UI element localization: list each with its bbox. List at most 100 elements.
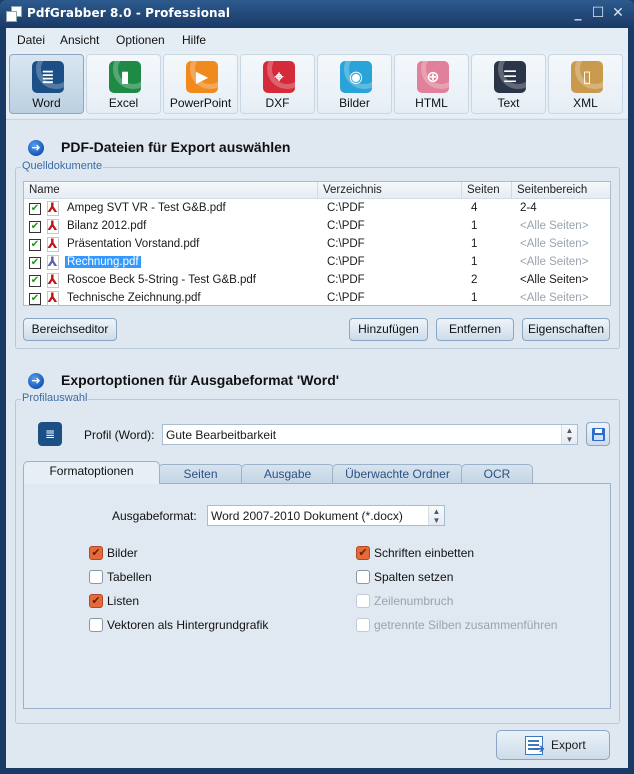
word-icon: ≣ [32,61,64,93]
list-row[interactable]: ✔ ⅄ Technische Zeichnung.pdf C:\PDF 1 <Alle S… [24,290,610,308]
pdf-file-icon: ⅄ [47,201,59,216]
column-separator[interactable] [317,182,318,199]
list-row[interactable]: ✔ ⅄ Präsentation Vorstand.pdf C:\PDF 1 <Alle … [24,236,610,254]
file-pages: 1 [471,238,478,250]
row-checkbox[interactable]: ✔ [29,239,41,251]
format-button-text[interactable]: ☰ Text [471,54,546,114]
checkbox[interactable] [89,570,103,584]
row-checkbox[interactable]: ✔ [29,221,41,233]
column-header-page-range[interactable]: Seitenbereich [517,184,587,196]
list-row[interactable]: ✔ ⅄ Rechnung.pdf C:\PDF 1 <Alle Seiten> [24,254,610,272]
profile-select[interactable]: Gute Bearbeitbarkeit ▲ ▼ [162,424,578,445]
file-pages: 1 [471,220,478,232]
menu-hilfe[interactable]: Hilfe [182,33,206,47]
tab-label: Überwachte Ordner [345,467,450,481]
format-label: DXF [265,96,290,110]
pdf-file-icon: ⅄ [47,291,59,306]
column-header-name[interactable]: Name [29,184,60,196]
output-format-label: Ausgabeformat: [112,509,197,523]
list-row[interactable]: ✔ ⅄ Roscoe Beck 5-String - Test G&B.pdf C:\… [24,272,610,290]
format-button-bilder[interactable]: ◉ Bilder [317,54,392,114]
icon-glyph: ≣ [41,67,55,86]
option-label: Schriften einbetten [374,546,475,560]
checkbox[interactable] [356,570,370,584]
checkbox[interactable]: ✔ [89,594,103,608]
format-label: Word [32,96,61,110]
add-button[interactable]: Hinzufügen [349,318,428,341]
remove-button[interactable]: Entfernen [436,318,514,341]
menu-datei[interactable]: Datei [17,33,45,47]
properties-button[interactable]: Eigenschaften [522,318,610,341]
dxf-icon: ⌖ [263,61,295,93]
arrow-right-circle-icon: ➜ [28,140,44,156]
column-separator[interactable] [511,182,512,199]
row-checkbox[interactable]: ✔ [29,203,41,215]
icon-glyph: ▶ [195,67,209,86]
format-button-dxf[interactable]: ⌖ DXF [240,54,315,114]
tab-seiten[interactable]: Seiten [158,464,243,484]
file-name: Rechnung.pdf [65,256,141,268]
list-row[interactable]: ✔ ⅄ Bilanz 2012.pdf C:\PDF 1 <Alle Seiten> [24,218,610,236]
format-button-powerpoint[interactable]: ▶ PowerPoint [163,54,238,114]
file-page-range[interactable]: 2-4 [520,202,537,214]
tab-ausgabe[interactable]: Ausgabe [241,464,334,484]
menu-bar: Datei Ansicht Optionen Hilfe [6,28,628,52]
menu-optionen[interactable]: Optionen [116,33,165,47]
minimize-button[interactable]: _ [569,4,587,22]
tab-ocr[interactable]: OCR [461,464,533,484]
file-name: Technische Zeichnung.pdf [67,292,201,304]
file-pages: 2 [471,274,478,286]
remove-label: Entfernen [448,322,502,336]
export-button[interactable]: Export [496,730,610,760]
format-button-excel[interactable]: ▮ Excel [86,54,161,114]
save-profile-button[interactable] [586,422,610,446]
tab-label: Seiten [183,467,218,481]
source-file-list[interactable]: Name Verzeichnis Seiten Seitenbereich ✔ ⅄… [23,181,611,306]
maximize-button[interactable]: ☐ [589,4,607,22]
file-page-range[interactable]: <Alle Seiten> [520,238,588,250]
format-label: HTML [415,96,448,110]
output-format-select[interactable]: Word 2007-2010 Dokument (*.docx) ▲ ▼ [207,505,445,526]
file-page-range[interactable]: <Alle Seiten> [520,274,588,286]
file-name: Bilanz 2012.pdf [67,220,147,232]
title-bar[interactable]: PdfGrabber 8.0 - Professional _ ☐ ✕ [0,0,634,28]
column-header-directory[interactable]: Verzeichnis [323,184,382,196]
icon-glyph: ▮ [120,67,130,86]
spinner-arrows-icon[interactable]: ▲ ▼ [428,506,444,525]
globe-icon: ⊕ [417,61,449,93]
column-header-pages[interactable]: Seiten [467,184,500,196]
tab-ueberwachte-ordner[interactable]: Überwachte Ordner [332,464,463,484]
spinner-arrows-icon[interactable]: ▲ ▼ [561,425,577,444]
close-button[interactable]: ✕ [609,4,627,22]
row-checkbox[interactable]: ✔ [29,257,41,269]
menu-ansicht[interactable]: Ansicht [60,33,99,47]
file-page-range[interactable]: <Alle Seiten> [520,292,588,304]
source-section-title: PDF-Dateien für Export auswählen [61,139,291,155]
icon-glyph: ◉ [349,67,363,86]
file-pages: 4 [471,202,478,214]
format-button-xml[interactable]: ▯ XML [548,54,623,114]
output-format-value: Word 2007-2010 Dokument (*.docx) [211,509,403,523]
file-directory: C:\PDF [327,256,365,268]
file-pages: 1 [471,256,478,268]
checkbox[interactable]: ✔ [356,546,370,560]
checkbox[interactable]: ✔ [89,546,103,560]
row-checkbox[interactable]: ✔ [29,293,41,305]
format-button-word[interactable]: ≣ Word [9,54,84,114]
option-label: Vektoren als Hintergrundgrafik [107,618,269,632]
row-checkbox[interactable]: ✔ [29,275,41,287]
column-separator[interactable] [461,182,462,199]
properties-label: Eigenschaften [527,322,605,336]
excel-icon: ▮ [109,61,141,93]
checkbox[interactable] [89,618,103,632]
range-editor-button[interactable]: Bereichseditor [23,318,117,341]
tab-formatoptionen[interactable]: Formatoptionen [23,461,160,484]
file-pages: 1 [471,292,478,304]
file-page-range[interactable]: <Alle Seiten> [520,220,588,232]
list-row[interactable]: ✔ ⅄ Ampeg SVT VR - Test G&B.pdf C:\PDF 4 2-4 [24,200,610,218]
profile-label: Profil (Word): [84,428,155,442]
app-window: PdfGrabber 8.0 - Professional _ ☐ ✕ Date… [0,0,634,774]
word-profile-icon: ≣ [38,422,62,446]
file-page-range[interactable]: <Alle Seiten> [520,256,588,268]
format-button-html[interactable]: ⊕ HTML [394,54,469,114]
